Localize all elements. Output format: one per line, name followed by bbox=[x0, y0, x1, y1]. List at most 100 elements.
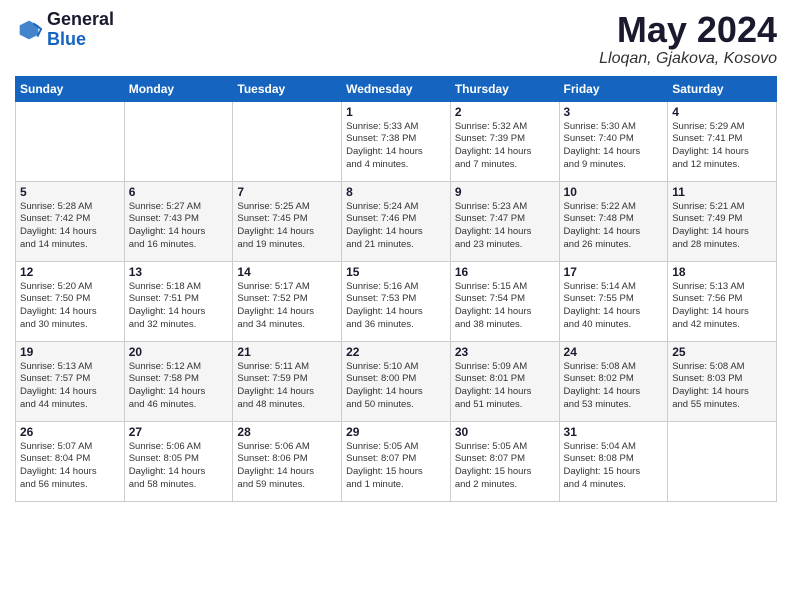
table-cell: 23Sunrise: 5:09 AM Sunset: 8:01 PM Dayli… bbox=[450, 341, 559, 421]
logo-icon bbox=[15, 16, 43, 44]
day-number: 22 bbox=[346, 345, 446, 359]
col-friday: Friday bbox=[559, 76, 668, 101]
table-cell: 16 Sunrise: 5:15 AM Sunset: 7:54 PM Dayli… bbox=[450, 261, 559, 341]
day-number: 31 bbox=[564, 425, 664, 439]
day-info: Sunrise: 5:18 AM Sunset: 7:51 PM Dayligh… bbox=[129, 281, 229, 332]
table-cell: 28 Sunrise: 5:06 AM Sunset: 8:06 PM Dayli… bbox=[233, 421, 342, 501]
table-cell: 20Sunrise: 5:12 AM Sunset: 7:58 PM Dayli… bbox=[124, 341, 233, 421]
day-info: Sunrise: 5:06 AM Sunset: 8:06 PM Dayligh… bbox=[237, 441, 337, 492]
table-cell: 31 Sunrise: 5:04 AM Sunset: 8:08 PM Dayli… bbox=[559, 421, 668, 501]
day-number: 2 bbox=[455, 105, 555, 119]
day-info: Sunrise: 5:30 AM Sunset: 7:40 PM Dayligh… bbox=[564, 121, 664, 172]
day-info: Sunrise: 5:23 AM Sunset: 7:47 PM Dayligh… bbox=[455, 201, 555, 252]
day-info: Sunrise: 5:25 AM Sunset: 7:45 PM Dayligh… bbox=[237, 201, 337, 252]
table-cell bbox=[668, 421, 777, 501]
day-number: 9 bbox=[455, 185, 555, 199]
table-cell: 29 Sunrise: 5:05 AM Sunset: 8:07 PM Dayli… bbox=[342, 421, 451, 501]
day-info: Sunrise: 5:22 AM Sunset: 7:48 PM Dayligh… bbox=[564, 201, 664, 252]
day-info: Sunrise: 5:14 AM Sunset: 7:55 PM Dayligh… bbox=[564, 281, 664, 332]
calendar-page: General Blue May 2024 Lloqan, Gjakova, K… bbox=[0, 0, 792, 612]
page-header: General Blue May 2024 Lloqan, Gjakova, K… bbox=[15, 10, 777, 68]
week-row-2: 5Sunrise: 5:28 AM Sunset: 7:42 PM Daylig… bbox=[16, 181, 777, 261]
logo-text: General Blue bbox=[47, 10, 114, 50]
day-info: Sunrise: 5:07 AM Sunset: 8:04 PM Dayligh… bbox=[20, 441, 120, 492]
day-number: 25 bbox=[672, 345, 772, 359]
table-cell: 12 Sunrise: 5:20 AM Sunset: 7:50 PM Dayli… bbox=[16, 261, 125, 341]
table-cell: 1 Sunrise: 5:33 AM Sunset: 7:38 PM Daylig… bbox=[342, 101, 451, 181]
day-info: Sunrise: 5:12 AM Sunset: 7:58 PM Dayligh… bbox=[129, 361, 229, 412]
day-info: Sunrise: 5:32 AM Sunset: 7:39 PM Dayligh… bbox=[455, 121, 555, 172]
table-cell: 8 Sunrise: 5:24 AM Sunset: 7:46 PM Daylig… bbox=[342, 181, 451, 261]
day-number: 17 bbox=[564, 265, 664, 279]
day-info: Sunrise: 5:13 AM Sunset: 7:57 PM Dayligh… bbox=[20, 361, 120, 412]
week-row-1: 1 Sunrise: 5:33 AM Sunset: 7:38 PM Daylig… bbox=[16, 101, 777, 181]
week-row-3: 12 Sunrise: 5:20 AM Sunset: 7:50 PM Dayli… bbox=[16, 261, 777, 341]
day-number: 13 bbox=[129, 265, 229, 279]
day-number: 4 bbox=[672, 105, 772, 119]
table-cell: 2 Sunrise: 5:32 AM Sunset: 7:39 PM Daylig… bbox=[450, 101, 559, 181]
day-number: 29 bbox=[346, 425, 446, 439]
col-tuesday: Tuesday bbox=[233, 76, 342, 101]
day-number: 26 bbox=[20, 425, 120, 439]
table-cell: 14Sunrise: 5:17 AM Sunset: 7:52 PM Dayli… bbox=[233, 261, 342, 341]
day-info: Sunrise: 5:05 AM Sunset: 8:07 PM Dayligh… bbox=[346, 441, 446, 492]
day-number: 10 bbox=[564, 185, 664, 199]
day-info: Sunrise: 5:10 AM Sunset: 8:00 PM Dayligh… bbox=[346, 361, 446, 412]
month-title: May 2024 bbox=[599, 10, 777, 50]
day-info: Sunrise: 5:08 AM Sunset: 8:02 PM Dayligh… bbox=[564, 361, 664, 412]
day-info: Sunrise: 5:09 AM Sunset: 8:01 PM Dayligh… bbox=[455, 361, 555, 412]
day-info: Sunrise: 5:13 AM Sunset: 7:56 PM Dayligh… bbox=[672, 281, 772, 332]
day-number: 16 bbox=[455, 265, 555, 279]
table-cell: 26 Sunrise: 5:07 AM Sunset: 8:04 PM Dayli… bbox=[16, 421, 125, 501]
table-cell: 19Sunrise: 5:13 AM Sunset: 7:57 PM Dayli… bbox=[16, 341, 125, 421]
table-cell: 6Sunrise: 5:27 AM Sunset: 7:43 PM Daylig… bbox=[124, 181, 233, 261]
col-sunday: Sunday bbox=[16, 76, 125, 101]
table-cell: 22 Sunrise: 5:10 AM Sunset: 8:00 PM Dayli… bbox=[342, 341, 451, 421]
day-number: 1 bbox=[346, 105, 446, 119]
day-number: 11 bbox=[672, 185, 772, 199]
day-number: 18 bbox=[672, 265, 772, 279]
table-cell: 21Sunrise: 5:11 AM Sunset: 7:59 PM Dayli… bbox=[233, 341, 342, 421]
day-number: 8 bbox=[346, 185, 446, 199]
table-cell: 9 Sunrise: 5:23 AM Sunset: 7:47 PM Daylig… bbox=[450, 181, 559, 261]
day-info: Sunrise: 5:06 AM Sunset: 8:05 PM Dayligh… bbox=[129, 441, 229, 492]
col-wednesday: Wednesday bbox=[342, 76, 451, 101]
day-info: Sunrise: 5:24 AM Sunset: 7:46 PM Dayligh… bbox=[346, 201, 446, 252]
table-cell bbox=[233, 101, 342, 181]
table-cell: 10 Sunrise: 5:22 AM Sunset: 7:48 PM Dayli… bbox=[559, 181, 668, 261]
week-row-5: 26 Sunrise: 5:07 AM Sunset: 8:04 PM Dayli… bbox=[16, 421, 777, 501]
day-number: 15 bbox=[346, 265, 446, 279]
location: Lloqan, Gjakova, Kosovo bbox=[599, 50, 777, 68]
col-saturday: Saturday bbox=[668, 76, 777, 101]
day-number: 28 bbox=[237, 425, 337, 439]
day-info: Sunrise: 5:33 AM Sunset: 7:38 PM Dayligh… bbox=[346, 121, 446, 172]
day-info: Sunrise: 5:04 AM Sunset: 8:08 PM Dayligh… bbox=[564, 441, 664, 492]
title-block: May 2024 Lloqan, Gjakova, Kosovo bbox=[599, 10, 777, 68]
table-cell: 30 Sunrise: 5:05 AM Sunset: 8:07 PM Dayli… bbox=[450, 421, 559, 501]
table-cell: 27Sunrise: 5:06 AM Sunset: 8:05 PM Dayli… bbox=[124, 421, 233, 501]
day-info: Sunrise: 5:29 AM Sunset: 7:41 PM Dayligh… bbox=[672, 121, 772, 172]
day-number: 12 bbox=[20, 265, 120, 279]
table-cell: 25Sunrise: 5:08 AM Sunset: 8:03 PM Dayli… bbox=[668, 341, 777, 421]
table-cell bbox=[16, 101, 125, 181]
table-cell: 17 Sunrise: 5:14 AM Sunset: 7:55 PM Dayli… bbox=[559, 261, 668, 341]
day-number: 14 bbox=[237, 265, 337, 279]
day-info: Sunrise: 5:20 AM Sunset: 7:50 PM Dayligh… bbox=[20, 281, 120, 332]
table-cell: 4 Sunrise: 5:29 AM Sunset: 7:41 PM Daylig… bbox=[668, 101, 777, 181]
col-thursday: Thursday bbox=[450, 76, 559, 101]
day-info: Sunrise: 5:21 AM Sunset: 7:49 PM Dayligh… bbox=[672, 201, 772, 252]
day-info: Sunrise: 5:05 AM Sunset: 8:07 PM Dayligh… bbox=[455, 441, 555, 492]
day-number: 30 bbox=[455, 425, 555, 439]
day-info: Sunrise: 5:15 AM Sunset: 7:54 PM Dayligh… bbox=[455, 281, 555, 332]
logo-blue: Blue bbox=[47, 30, 114, 50]
table-cell bbox=[124, 101, 233, 181]
table-cell: 18 Sunrise: 5:13 AM Sunset: 7:56 PM Dayli… bbox=[668, 261, 777, 341]
logo-general: General bbox=[47, 10, 114, 30]
week-row-4: 19Sunrise: 5:13 AM Sunset: 7:57 PM Dayli… bbox=[16, 341, 777, 421]
day-number: 7 bbox=[237, 185, 337, 199]
table-cell: 3Sunrise: 5:30 AM Sunset: 7:40 PM Daylig… bbox=[559, 101, 668, 181]
day-number: 21 bbox=[237, 345, 337, 359]
day-number: 6 bbox=[129, 185, 229, 199]
day-number: 5 bbox=[20, 185, 120, 199]
table-cell: 13 Sunrise: 5:18 AM Sunset: 7:51 PM Dayli… bbox=[124, 261, 233, 341]
